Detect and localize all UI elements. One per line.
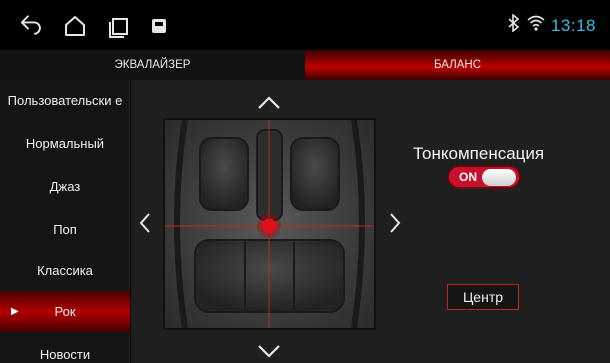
preset-label: Джаз bbox=[49, 179, 81, 194]
center-button[interactable]: Центр bbox=[447, 284, 519, 310]
toggle-state: ON bbox=[459, 170, 477, 184]
clock: 13:18 bbox=[550, 15, 596, 35]
balance-point[interactable] bbox=[261, 218, 277, 234]
tab-balance[interactable]: БАЛАНС bbox=[305, 50, 610, 80]
toggle-knob bbox=[482, 169, 516, 186]
selected-arrow-icon: ▶ bbox=[11, 306, 19, 317]
fader-down-icon[interactable] bbox=[257, 340, 281, 362]
preset-label: Нормальный bbox=[25, 136, 105, 151]
wifi-icon bbox=[527, 15, 545, 36]
back-icon[interactable] bbox=[17, 13, 43, 39]
preset-classic[interactable]: Классика bbox=[0, 250, 130, 291]
preset-custom[interactable]: Пользовательски е bbox=[0, 80, 130, 121]
preset-jazz[interactable]: Джаз bbox=[0, 166, 130, 207]
recent-apps-icon[interactable] bbox=[106, 13, 132, 39]
status-bar: 13:18 bbox=[0, 0, 610, 50]
preset-rock[interactable]: ▶ Рок bbox=[0, 291, 130, 332]
preset-list: Пользовательски е Нормальный Джаз Поп Кл… bbox=[0, 80, 130, 363]
tab-bar: ЭКВАЛАЙЗЕР БАЛАНС bbox=[0, 50, 610, 80]
preset-label: Пользовательски е bbox=[7, 93, 123, 108]
loudness-label: Тонкомпенсация bbox=[413, 144, 545, 163]
preset-label: Новости bbox=[39, 347, 91, 362]
tab-equalizer[interactable]: ЭКВАЛАЙЗЕР bbox=[0, 50, 305, 80]
preset-normal[interactable]: Нормальный bbox=[0, 123, 130, 164]
preset-pop[interactable]: Поп bbox=[0, 209, 130, 250]
home-icon[interactable] bbox=[62, 13, 88, 39]
notification-icon bbox=[147, 13, 173, 39]
preset-news[interactable]: Новости bbox=[0, 334, 130, 363]
loudness-toggle[interactable]: ON bbox=[447, 165, 521, 189]
preset-label: Рок bbox=[54, 304, 76, 319]
bluetooth-icon bbox=[507, 13, 521, 37]
balance-right-icon[interactable] bbox=[389, 212, 401, 238]
preset-label: Классика bbox=[37, 263, 93, 278]
car-interior-image bbox=[165, 120, 374, 328]
fader-up-icon[interactable] bbox=[257, 92, 281, 114]
preset-label: Поп bbox=[53, 222, 77, 237]
car-balance-grid[interactable] bbox=[163, 118, 376, 330]
balance-left-icon[interactable] bbox=[139, 212, 151, 238]
status-right: 13:18 bbox=[507, 13, 596, 37]
